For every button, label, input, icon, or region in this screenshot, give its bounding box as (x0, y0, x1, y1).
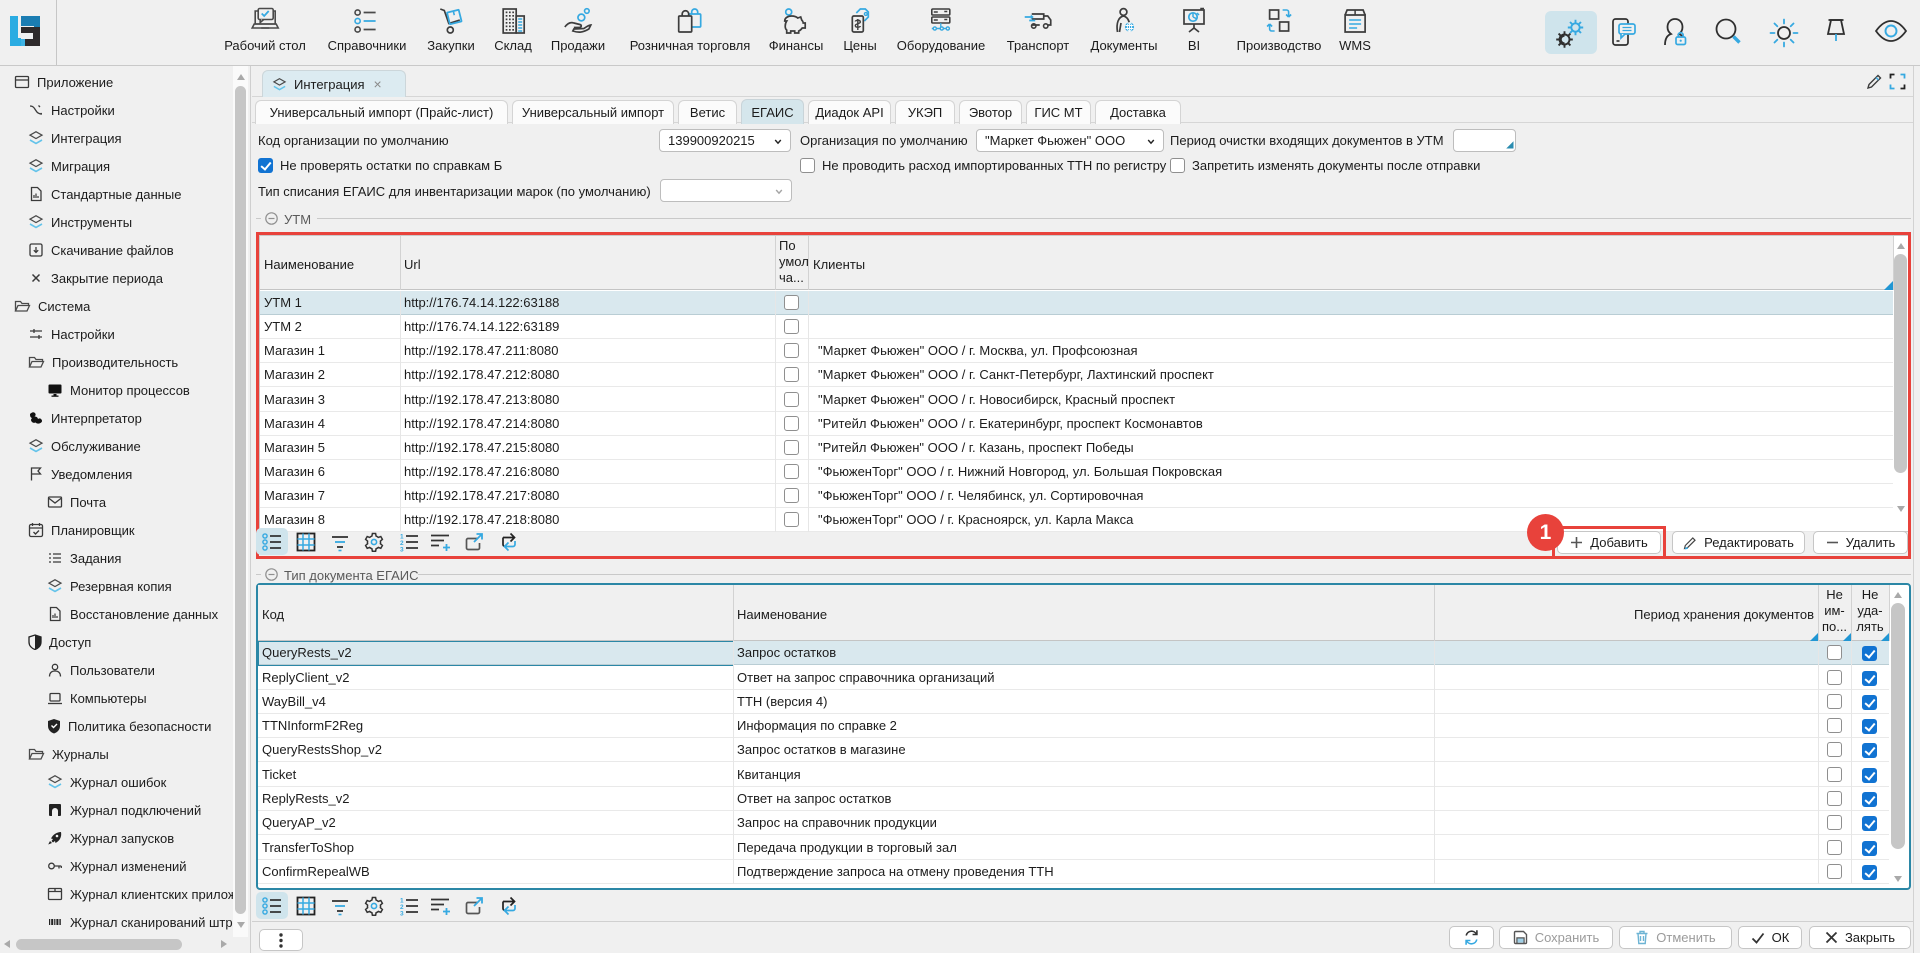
svg-text:3: 3 (400, 911, 404, 917)
svg-text:3: 3 (400, 547, 404, 553)
